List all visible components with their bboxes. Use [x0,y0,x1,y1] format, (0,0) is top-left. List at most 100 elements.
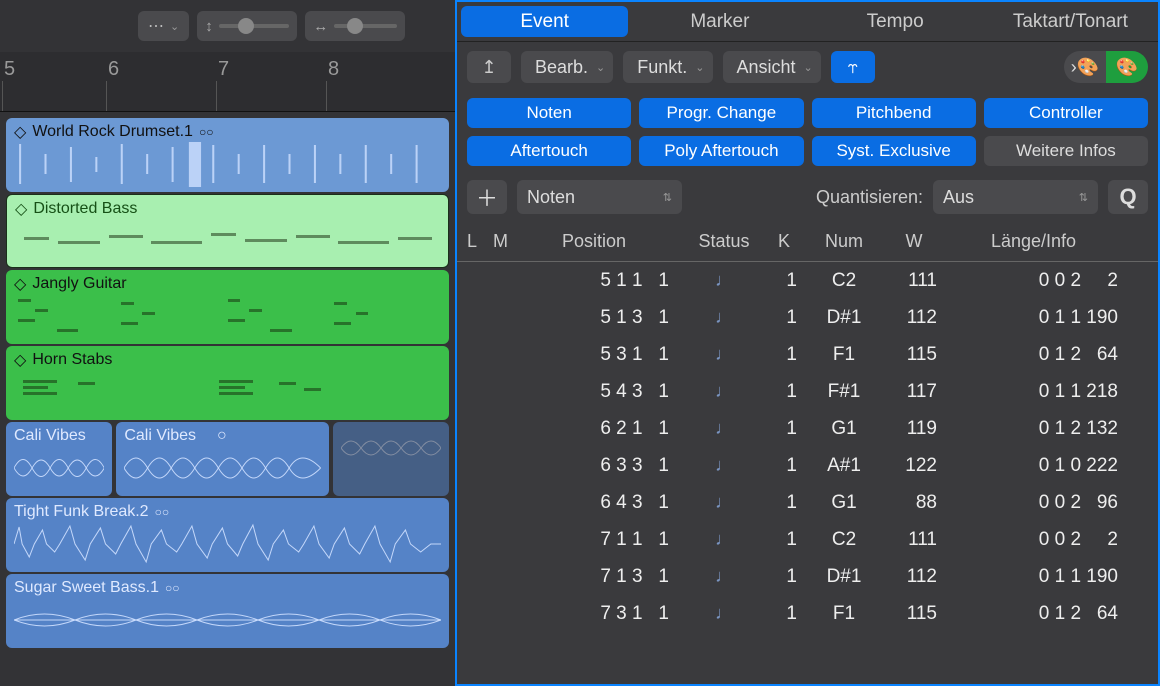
table-row[interactable]: 5 4 3 1♩1F#11170 1 1 218 [457,373,1158,410]
table-row[interactable]: 5 1 3 1♩1D#11120 1 1 190 [457,299,1158,336]
cell-num[interactable]: F1 [809,603,879,625]
table-row[interactable]: 7 3 1 1♩1F11150 1 2 64 [457,595,1158,632]
filter-more-info[interactable]: Weitere Infos [984,136,1148,166]
tab-event[interactable]: Event [461,6,628,37]
cell-length[interactable]: 0 1 2 132 [949,418,1148,440]
region-sugar-sweet-bass[interactable]: Sugar Sweet Bass.1 ○○ [6,574,449,648]
filter-aftertouch[interactable]: Aftertouch [467,136,631,166]
table-row[interactable]: 7 1 1 1♩1C21110 0 2 2 [457,521,1158,558]
note-icon[interactable]: ♩ [689,492,759,513]
table-row[interactable]: 6 4 3 1♩1G1880 0 2 96 [457,484,1158,521]
cell-k[interactable]: 1 [759,455,809,477]
cell-w[interactable]: 122 [879,455,949,477]
cell-length[interactable]: 0 0 2 2 [949,270,1148,292]
add-event-button[interactable]: ＋ [467,180,507,214]
cell-position[interactable]: 7 1 3 1 [519,566,689,588]
region-world-rock-drumset[interactable]: ◇ World Rock Drumset.1 ○○ [6,118,449,192]
slider-thumb[interactable] [347,18,363,34]
note-icon[interactable]: ♩ [689,418,759,439]
quantize-button[interactable]: Q [1108,180,1148,214]
cell-position[interactable]: 6 3 3 1 [519,455,689,477]
cell-w[interactable]: 119 [879,418,949,440]
region-tight-funk-break[interactable]: Tight Funk Break.2 ○○ [6,498,449,572]
cell-position[interactable]: 5 1 1 1 [519,270,689,292]
cell-w[interactable]: 115 [879,603,949,625]
table-row[interactable]: 7 1 3 1♩1D#11120 1 1 190 [457,558,1158,595]
view-menu[interactable]: Ansicht⌄ [723,51,821,83]
note-icon[interactable]: ♩ [689,566,759,587]
hierarchy-up-button[interactable]: ↥ [467,51,511,83]
region-cali-vibes-ghost[interactable] [333,422,449,496]
note-icon[interactable]: ♩ [689,529,759,550]
region-cali-vibes-1[interactable]: Cali Vibes [6,422,112,496]
cell-num[interactable]: C2 [809,270,879,292]
cell-position[interactable]: 7 1 1 1 [519,529,689,551]
region-horn-stabs[interactable]: ◇ Horn Stabs [6,346,449,420]
col-k[interactable]: K [759,231,809,252]
cell-position[interactable]: 7 3 1 1 [519,603,689,625]
region-jangly-guitar[interactable]: ◇ Jangly Guitar [6,270,449,344]
table-row[interactable]: 6 2 1 1♩1G11190 1 2 132 [457,410,1158,447]
filter-notes[interactable]: Noten [467,98,631,128]
col-status[interactable]: Status [689,231,759,252]
cell-length[interactable]: 0 1 1 190 [949,307,1148,329]
cell-length[interactable]: 0 1 1 190 [949,566,1148,588]
col-w[interactable]: W [879,231,949,252]
cell-position[interactable]: 6 2 1 1 [519,418,689,440]
filter-poly-aftertouch[interactable]: Poly Aftertouch [639,136,803,166]
region-cali-vibes-2[interactable]: Cali Vibes ○ [116,422,329,496]
cell-k[interactable]: 1 [759,307,809,329]
cell-length[interactable]: 0 1 1 218 [949,381,1148,403]
cell-k[interactable]: 1 [759,492,809,514]
timeline-ruler[interactable]: 5 6 7 8 [0,52,455,112]
cell-num[interactable]: D#1 [809,307,879,329]
cell-position[interactable]: 5 3 1 1 [519,344,689,366]
note-icon[interactable]: ♩ [689,603,759,624]
table-row[interactable]: 6 3 3 1♩1A#11220 1 0 222 [457,447,1158,484]
note-icon[interactable]: ♩ [689,455,759,476]
cell-num[interactable]: D#1 [809,566,879,588]
cell-position[interactable]: 5 1 3 1 [519,307,689,329]
filter-program-change[interactable]: Progr. Change [639,98,803,128]
table-row[interactable]: 5 1 1 1♩1C21110 0 2 2 [457,262,1158,299]
cell-length[interactable]: 0 0 2 2 [949,529,1148,551]
horizontal-zoom-slider[interactable]: ↔ [305,11,405,41]
col-position[interactable]: Position [519,231,689,252]
cell-w[interactable]: 115 [879,344,949,366]
edit-menu[interactable]: Bearb.⌄ [521,51,613,83]
catch-playhead-button[interactable]: ⥾ [831,51,875,83]
event-type-select[interactable]: Noten ⇅ [517,180,682,214]
cell-k[interactable]: 1 [759,344,809,366]
cell-k[interactable]: 1 [759,270,809,292]
cell-num[interactable]: A#1 [809,455,879,477]
region-distorted-bass[interactable]: ◇ Distorted Bass [6,194,449,268]
col-num[interactable]: Num [809,231,879,252]
filter-pitchbend[interactable]: Pitchbend [812,98,976,128]
cell-num[interactable]: G1 [809,492,879,514]
col-l[interactable]: L [467,231,493,252]
cell-num[interactable]: C2 [809,529,879,551]
note-icon[interactable]: ♩ [689,344,759,365]
cell-w[interactable]: 111 [879,270,949,292]
cell-k[interactable]: 1 [759,418,809,440]
cell-w[interactable]: 88 [879,492,949,514]
cell-num[interactable]: G1 [809,418,879,440]
cell-length[interactable]: 0 1 2 64 [949,603,1148,625]
cell-k[interactable]: 1 [759,603,809,625]
vertical-zoom-slider[interactable]: ↕ [197,11,297,41]
cell-k[interactable]: 1 [759,529,809,551]
cell-position[interactable]: 6 4 3 1 [519,492,689,514]
tab-tempo[interactable]: Tempo [812,6,979,37]
cell-length[interactable]: 0 1 2 64 [949,344,1148,366]
quantize-select[interactable]: Aus ⇅ [933,180,1098,214]
cell-length[interactable]: 0 0 2 96 [949,492,1148,514]
cell-num[interactable]: F1 [809,344,879,366]
slider-thumb[interactable] [238,18,254,34]
cell-k[interactable]: 1 [759,566,809,588]
note-icon[interactable]: ♩ [689,270,759,291]
table-row[interactable]: 5 3 1 1♩1F11150 1 2 64 [457,336,1158,373]
cell-num[interactable]: F#1 [809,381,879,403]
cell-position[interactable]: 5 4 3 1 [519,381,689,403]
functions-menu[interactable]: Funkt.⌄ [623,51,712,83]
more-menu-button[interactable]: ⋯ ⌄ [138,11,189,41]
